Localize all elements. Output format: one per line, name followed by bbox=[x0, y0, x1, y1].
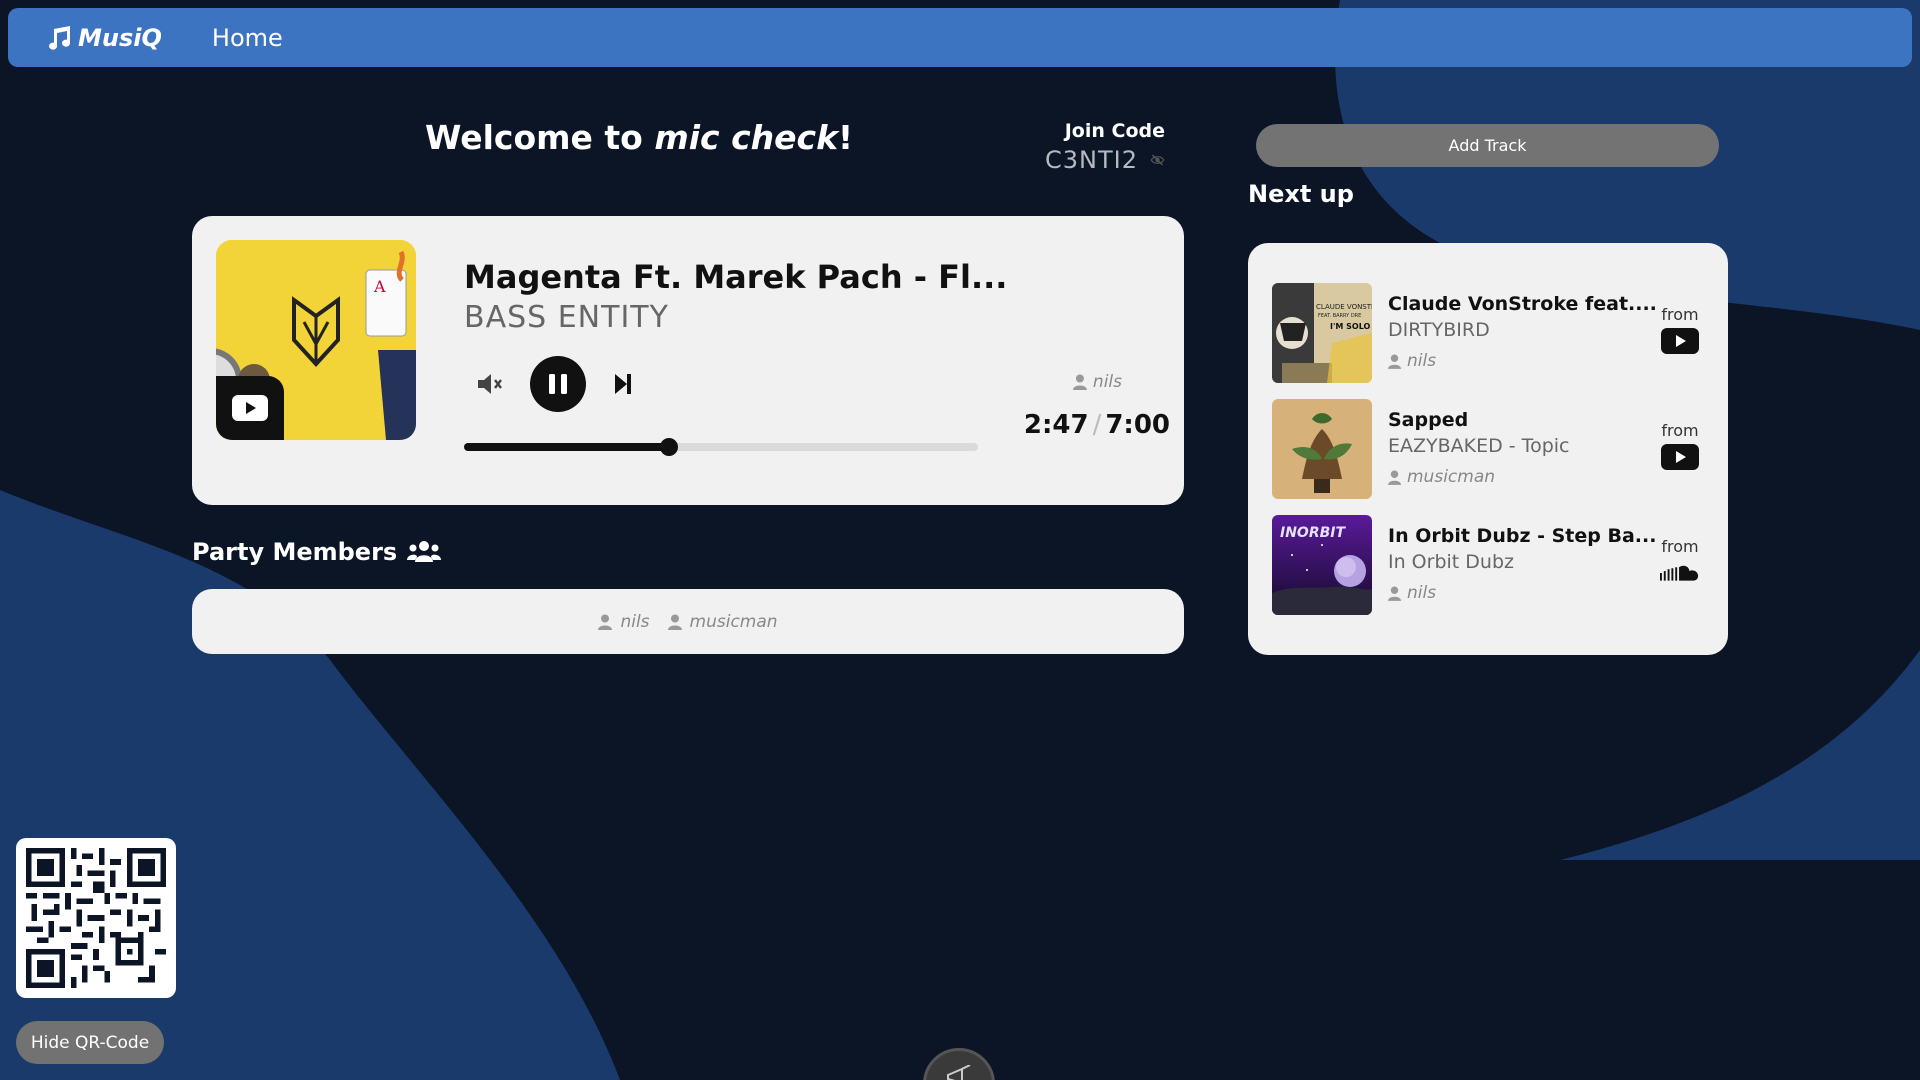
party-name: mic check bbox=[654, 118, 839, 157]
music-note-icon bbox=[49, 25, 71, 50]
queue-item-user: nils bbox=[1388, 583, 1436, 603]
user-icon bbox=[667, 614, 682, 630]
queue-item[interactable]: Sapped EAZYBAKED - Topic musicman from bbox=[1272, 399, 1704, 499]
queue-item-title: Sapped bbox=[1388, 409, 1469, 431]
party-members-title: Party Members bbox=[192, 538, 398, 566]
queue-item-user-name: nils bbox=[1407, 351, 1437, 371]
join-code-panel: Join Code C3NTI2 bbox=[1045, 120, 1165, 174]
queue-item-title: In Orbit Dubz - Step Ba... bbox=[1388, 525, 1657, 547]
pause-icon bbox=[549, 374, 567, 394]
track-title: Magenta Ft. Marek Pach - Fl... bbox=[464, 258, 1008, 296]
queue-item[interactable]: CLAUDE VONSTR FEAT. BARRY DRE I'M SOLO C… bbox=[1272, 283, 1704, 383]
megaphone-icon bbox=[947, 1065, 971, 1080]
nav-home-link[interactable]: Home bbox=[212, 24, 283, 52]
party-members-list: nils musicman bbox=[192, 589, 1184, 654]
eye-slash-icon[interactable] bbox=[1150, 150, 1165, 170]
from-label: from bbox=[1661, 421, 1699, 440]
user-icon bbox=[1072, 374, 1087, 390]
member-item: nils bbox=[598, 611, 650, 632]
hide-qr-code-button[interactable]: Hide QR-Code bbox=[16, 1021, 164, 1064]
queue-item[interactable]: INORBIT In Orbit Dubz - Step Ba... In Or… bbox=[1272, 515, 1704, 615]
user-icon bbox=[1388, 354, 1401, 369]
mute-icon[interactable] bbox=[476, 372, 504, 396]
track-artist: BASS ENTITY bbox=[464, 300, 669, 335]
queue-item-user-name: musicman bbox=[1407, 467, 1496, 487]
queue-thumbnail bbox=[1272, 399, 1372, 499]
qr-code bbox=[16, 838, 176, 998]
party-members-heading: Party Members bbox=[192, 538, 442, 566]
album-cover: A bbox=[216, 240, 416, 440]
pause-button[interactable] bbox=[530, 356, 586, 412]
playback-time: 2:47/7:00 bbox=[1024, 410, 1170, 440]
youtube-icon bbox=[232, 395, 268, 421]
elapsed-time: 2:47 bbox=[1023, 410, 1089, 440]
brand-name: MusiQ bbox=[78, 23, 162, 52]
welcome-prefix: Welcome to bbox=[425, 118, 655, 157]
progress-handle[interactable] bbox=[659, 438, 678, 456]
user-icon bbox=[598, 614, 613, 630]
user-icon bbox=[1388, 586, 1401, 601]
progress-bar[interactable] bbox=[464, 438, 978, 456]
time-separator: / bbox=[1092, 410, 1102, 440]
member-item: musicman bbox=[667, 611, 778, 632]
queue-item-user: musicman bbox=[1388, 467, 1495, 487]
queue-item-artist: In Orbit Dubz bbox=[1388, 551, 1514, 573]
requested-by: nils bbox=[1072, 372, 1122, 392]
top-navbar: MusiQ Home bbox=[8, 8, 1912, 67]
thumbnail-art: CLAUDE VONSTR FEAT. BARRY DRE I'M SOLO bbox=[1272, 283, 1372, 383]
queue-thumbnail: CLAUDE VONSTR FEAT. BARRY DRE I'M SOLO bbox=[1272, 283, 1372, 383]
source-badge bbox=[1660, 559, 1700, 587]
youtube-source-badge bbox=[216, 376, 284, 440]
queue-thumbnail: INORBIT bbox=[1272, 515, 1372, 615]
welcome-suffix: ! bbox=[838, 118, 854, 157]
queue-item-artist: DIRTYBIRD bbox=[1388, 319, 1490, 341]
thumb-text-1: INORBIT bbox=[1280, 525, 1346, 541]
now-playing-card: A Magenta Ft. Marek Pach - Fl... BASS EN… bbox=[192, 216, 1184, 505]
thumbnail-art: INORBIT bbox=[1272, 515, 1372, 615]
youtube-icon bbox=[1661, 328, 1699, 354]
thumb-text-1: CLAUDE VONSTR bbox=[1316, 303, 1372, 311]
soundcloud-icon bbox=[1660, 565, 1699, 581]
source-badge bbox=[1660, 327, 1700, 355]
member-name: nils bbox=[620, 611, 650, 632]
next-up-title: Next up bbox=[1248, 180, 1354, 208]
thumb-text-3: I'M SOLO bbox=[1330, 322, 1371, 331]
add-track-button[interactable]: Add Track bbox=[1256, 124, 1719, 167]
qr-code-image bbox=[26, 848, 166, 988]
source-badge bbox=[1660, 443, 1700, 471]
queue-item-user: nils bbox=[1388, 351, 1436, 371]
progress-fill bbox=[464, 443, 669, 451]
page-title: Welcome to mic check! bbox=[425, 118, 853, 157]
queue-item-user-name: nils bbox=[1407, 583, 1437, 603]
skip-forward-icon[interactable] bbox=[612, 372, 634, 396]
member-name: musicman bbox=[689, 611, 778, 632]
requested-by-name: nils bbox=[1092, 372, 1122, 392]
users-icon bbox=[407, 541, 442, 562]
total-duration: 7:00 bbox=[1105, 410, 1170, 440]
queue-item-title: Claude VonStroke feat.... bbox=[1388, 293, 1657, 315]
join-code-value: C3NTI2 bbox=[1045, 146, 1138, 174]
queue-item-artist: EAZYBAKED - Topic bbox=[1388, 435, 1570, 457]
from-label: from bbox=[1661, 305, 1699, 324]
brand-logo[interactable]: MusiQ bbox=[46, 24, 162, 52]
from-label: from bbox=[1661, 537, 1699, 556]
thumb-text-2: FEAT. BARRY DRE bbox=[1318, 313, 1361, 319]
youtube-icon bbox=[1661, 444, 1699, 470]
user-icon bbox=[1388, 470, 1401, 485]
svg-text:A: A bbox=[373, 277, 386, 296]
thumbnail-art bbox=[1272, 399, 1372, 499]
join-code-label: Join Code bbox=[1064, 120, 1165, 142]
playback-controls bbox=[476, 356, 634, 412]
queue-list: CLAUDE VONSTR FEAT. BARRY DRE I'M SOLO C… bbox=[1248, 243, 1728, 655]
